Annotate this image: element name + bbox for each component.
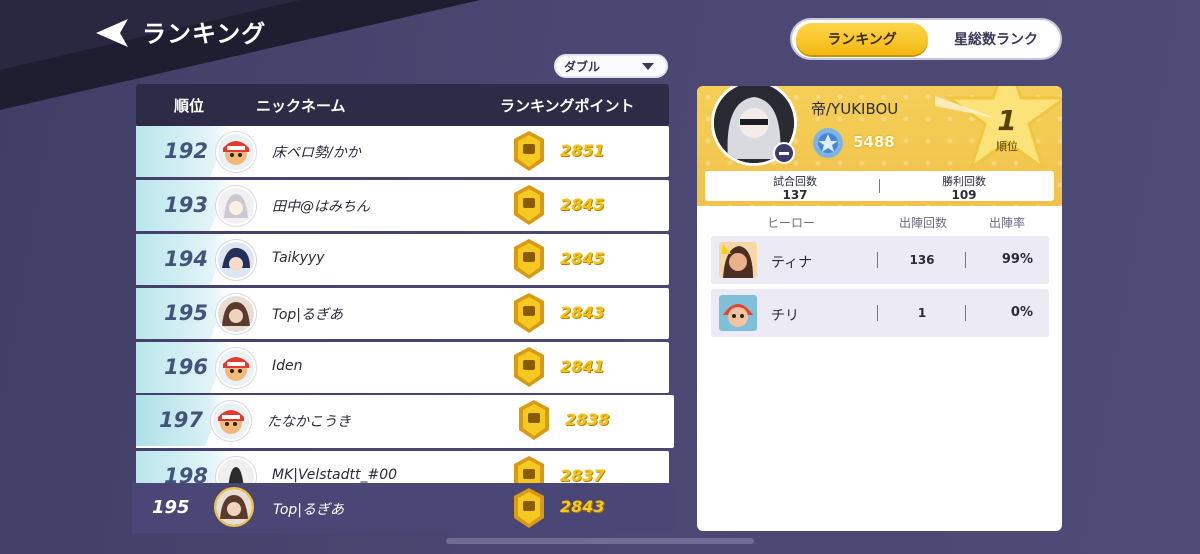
back-arrow-icon[interactable] (94, 17, 134, 49)
rank-emblem-icon (813, 128, 843, 158)
ranking-medal-icon (514, 131, 544, 171)
row-rank: 194 (164, 247, 208, 271)
header-rate: 出陣率 (989, 216, 1026, 230)
row-rank: 195 (164, 301, 208, 325)
player-card: 帝/YUKIBOU 5488 1 順位 試合回数 137 勝利回数 109 ヒー… (697, 86, 1062, 531)
star-total: 5488 (853, 133, 895, 151)
avatar (211, 401, 251, 441)
row-rank: 196 (164, 355, 208, 379)
my-ranking-row[interactable]: 195 Top|るぎあ 2843 (132, 483, 674, 533)
row-points: 2843 (560, 303, 605, 322)
page-title: ランキング (142, 20, 267, 48)
hero-row[interactable]: ティナ 136 99% (711, 236, 1049, 284)
table-row[interactable]: 196 Iden 2841 (136, 342, 669, 393)
star-rank-number: 1 (997, 104, 1017, 137)
tab-ranking[interactable]: ランキング (796, 23, 928, 55)
matches-stat: 試合回数 137 (725, 173, 865, 201)
ranking-medal-icon (514, 488, 544, 528)
hero-row[interactable]: チリ 1 0% (711, 289, 1049, 337)
header-appearances: 出陣回数 (899, 216, 948, 230)
table-row[interactable]: 192 床ペロ勢/かか 2851 (136, 126, 669, 177)
matches-value: 137 (782, 188, 808, 202)
star-rank-label: 順位 (996, 140, 1018, 153)
table-row[interactable]: 194 Taikyyy 2845 (136, 234, 669, 285)
mode-dropdown-value: ダブル (564, 59, 601, 74)
avatar (214, 487, 254, 527)
table-row[interactable]: 193 田中@はみちん 2845 (136, 180, 669, 231)
row-name: Iden (272, 358, 303, 374)
wins-label: 勝利回数 (942, 175, 986, 188)
avatar (216, 348, 256, 388)
avatar (216, 294, 256, 334)
wins-stat: 勝利回数 109 (894, 173, 1034, 201)
row-name: 床ペロ勢/かか (272, 145, 361, 161)
ranking-medal-icon (514, 239, 544, 279)
chevron-down-icon (642, 63, 654, 70)
header-points: ランキングポイント (500, 97, 635, 115)
hero-chili-icon (719, 295, 757, 331)
my-points: 2843 (560, 497, 605, 516)
hero-tina-icon (719, 242, 757, 278)
table-row[interactable]: 195 Top|るぎあ 2843 (136, 288, 669, 339)
match-stats: 試合回数 137 勝利回数 109 (705, 171, 1054, 201)
row-points: 2851 (560, 141, 605, 160)
my-name: Top|るぎあ (273, 502, 344, 518)
avatar (216, 132, 256, 172)
ranking-table-header: 順位 ニックネーム ランキングポイント (136, 84, 669, 126)
row-name: MK|Velstadtt_#00 (272, 467, 398, 483)
player-name: 帝/YUKIBOU (811, 100, 899, 118)
hero-rate: 99% (1001, 252, 1033, 267)
row-points: 2841 (560, 357, 605, 376)
header-hero: ヒーロー (767, 216, 816, 230)
avatar (216, 186, 256, 226)
ranking-medal-icon (514, 185, 544, 225)
row-name: Taikyyy (272, 250, 325, 266)
row-rank: 192 (164, 139, 208, 163)
ranking-medal-icon (519, 400, 549, 440)
divider (879, 179, 880, 193)
header-rank: 順位 (174, 97, 205, 115)
my-rank: 195 (152, 497, 190, 518)
row-points: 2838 (565, 410, 610, 429)
view-toggle: ランキング 星総数ランク (790, 18, 1062, 60)
hero-name: ティナ (771, 255, 813, 271)
matches-label: 試合回数 (773, 175, 817, 188)
wins-value: 109 (951, 188, 977, 202)
hero-count: 1 (917, 306, 927, 320)
tab-star-total-rank[interactable]: 星総数ランク (932, 23, 1060, 55)
table-row-selected[interactable]: 197 たなかこうき 2838 (136, 395, 674, 448)
remove-icon[interactable] (773, 142, 795, 164)
row-points: 2845 (560, 195, 605, 214)
hero-rate: 0% (1010, 305, 1033, 320)
avatar (216, 240, 256, 280)
hero-name: チリ (771, 308, 799, 324)
hero-count: 136 (909, 253, 935, 267)
row-name: 田中@はみちん (272, 199, 370, 215)
ranking-medal-icon (514, 347, 544, 387)
mode-dropdown[interactable]: ダブル (554, 54, 668, 78)
ranking-list[interactable]: 192 床ペロ勢/かか 2851 193 田中@はみちん 2845 194 Ta… (136, 126, 676, 536)
row-name: たなかこうき (267, 414, 351, 430)
header-nickname: ニックネーム (256, 97, 346, 115)
row-name: Top|るぎあ (272, 307, 343, 323)
row-points: 2845 (560, 249, 605, 268)
scrollbar[interactable] (446, 538, 754, 544)
row-rank: 193 (164, 193, 208, 217)
row-rank: 197 (159, 408, 203, 432)
ranking-medal-icon (514, 293, 544, 333)
